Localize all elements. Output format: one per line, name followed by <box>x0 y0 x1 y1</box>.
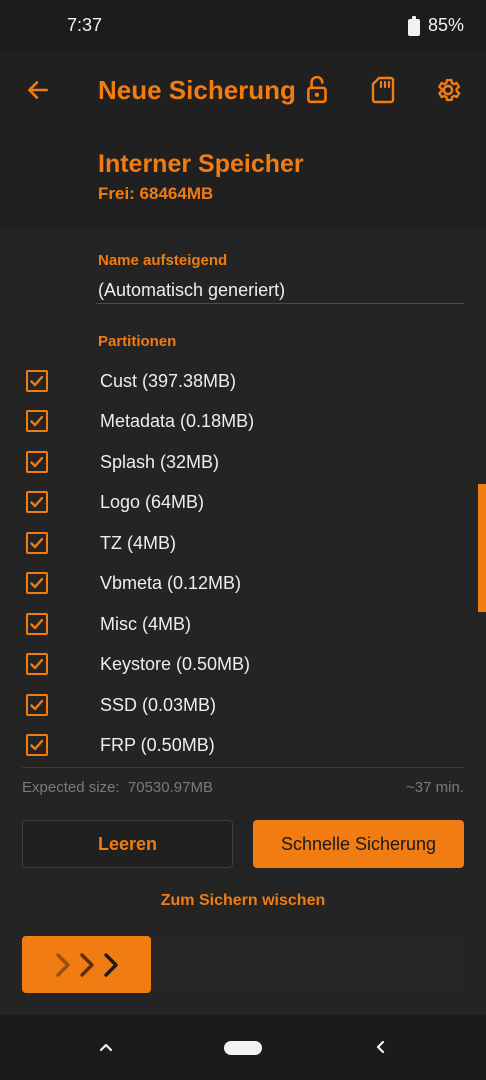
swipe-track[interactable] <box>22 936 464 993</box>
scrollbar-thumb[interactable] <box>478 484 486 612</box>
sd-card-icon <box>371 76 395 104</box>
partitions-label: Partitionen <box>98 333 177 350</box>
settings-button[interactable] <box>430 72 466 108</box>
partition-name: Splash (32MB) <box>100 452 220 472</box>
summary-divider <box>22 767 464 768</box>
nav-up-button[interactable] <box>92 1035 120 1059</box>
name-field-underline <box>96 303 464 304</box>
check-icon <box>30 415 44 427</box>
partition-name: FRP (0.50MB) <box>100 735 215 755</box>
check-icon <box>30 577 44 589</box>
partition-name: Cust (397.38MB) <box>100 371 237 391</box>
chevron-right-icon <box>103 952 118 977</box>
partition-row[interactable]: Logo (64MB) <box>0 483 486 523</box>
partition-row[interactable]: TZ (4MB) <box>0 524 486 564</box>
check-icon <box>30 456 44 468</box>
partition-checkbox[interactable] <box>26 370 48 392</box>
app-bar: Neue Sicherung <box>0 52 486 128</box>
partition-name: SSD (0.03MB) <box>100 695 217 715</box>
nav-home-button[interactable] <box>224 1041 262 1055</box>
lock-button[interactable] <box>300 72 336 108</box>
chevron-right-icon <box>79 952 94 977</box>
partition-checkbox[interactable] <box>26 532 48 554</box>
swipe-hint: Zum Sichern wischen <box>160 892 326 909</box>
partition-name: Metadata (0.18MB) <box>100 411 255 431</box>
partition-checkbox[interactable] <box>26 410 48 432</box>
partition-name: Misc (4MB) <box>100 614 191 634</box>
storage-header: Interner Speicher Frei: 68464MB <box>0 128 486 228</box>
partition-name: Keystore (0.50MB) <box>100 654 251 674</box>
arrow-left-icon <box>28 81 48 99</box>
check-icon <box>30 496 44 508</box>
partition-name: TZ (4MB) <box>100 533 176 553</box>
quick-backup-button[interactable]: Schnelle Sicherung <box>253 820 464 868</box>
name-label: Name aufsteigend <box>98 252 228 269</box>
partition-row[interactable]: Cust (397.38MB) <box>0 362 486 402</box>
partition-checkbox[interactable] <box>26 734 48 756</box>
expected-size: Expected size: 70530.97MB <box>22 779 213 796</box>
chevron-right-icon <box>55 952 70 977</box>
partition-checkbox[interactable] <box>26 694 48 716</box>
partition-checkbox[interactable] <box>26 653 48 675</box>
check-icon <box>30 739 44 751</box>
backup-name-field[interactable]: (Automatisch generiert) <box>98 280 285 301</box>
partition-checkbox[interactable] <box>26 613 48 635</box>
status-right: 85% <box>407 15 464 36</box>
estimated-duration: ~37 min. <box>406 779 464 796</box>
partition-row[interactable]: Splash (32MB) <box>0 443 486 483</box>
battery-icon <box>407 15 420 36</box>
partition-row[interactable]: FRP (0.50MB) <box>0 726 486 766</box>
sd-card-button[interactable] <box>365 72 401 108</box>
check-icon <box>30 375 44 387</box>
lock-open-icon <box>307 75 327 104</box>
partition-row[interactable]: Vbmeta (0.12MB) <box>0 564 486 604</box>
clear-button[interactable]: Leeren <box>22 820 233 868</box>
partition-row[interactable]: SSD (0.03MB) <box>0 686 486 726</box>
nav-back-button[interactable] <box>366 1035 394 1059</box>
status-time: 7:37 <box>67 15 103 35</box>
backup-content: Name aufsteigend (Automatisch generiert)… <box>0 228 486 1015</box>
storage-free-space: Frei: 68464MB <box>98 184 214 203</box>
partition-name: Vbmeta (0.12MB) <box>100 573 242 593</box>
status-bar: 7:37 85% <box>0 0 486 52</box>
check-icon <box>30 699 44 711</box>
check-icon <box>30 537 44 549</box>
check-icon <box>30 618 44 630</box>
chevron-up-icon <box>99 1043 113 1052</box>
partition-row[interactable]: Keystore (0.50MB) <box>0 645 486 685</box>
partition-checkbox[interactable] <box>26 572 48 594</box>
partition-checkbox[interactable] <box>26 491 48 513</box>
partition-row[interactable]: Metadata (0.18MB) <box>0 402 486 442</box>
partition-checkbox[interactable] <box>26 451 48 473</box>
partition-row[interactable]: Misc (4MB) <box>0 605 486 645</box>
partition-name: Logo (64MB) <box>100 492 205 512</box>
back-button[interactable] <box>20 72 56 108</box>
battery-percentage: 85% <box>427 15 464 35</box>
check-icon <box>30 658 44 670</box>
storage-title: Interner Speicher <box>98 150 304 178</box>
swipe-handle[interactable] <box>22 936 151 993</box>
gear-icon <box>438 78 461 102</box>
system-nav-bar <box>0 1015 486 1080</box>
page-title: Neue Sicherung <box>98 75 296 105</box>
chevron-left-icon <box>376 1040 385 1054</box>
